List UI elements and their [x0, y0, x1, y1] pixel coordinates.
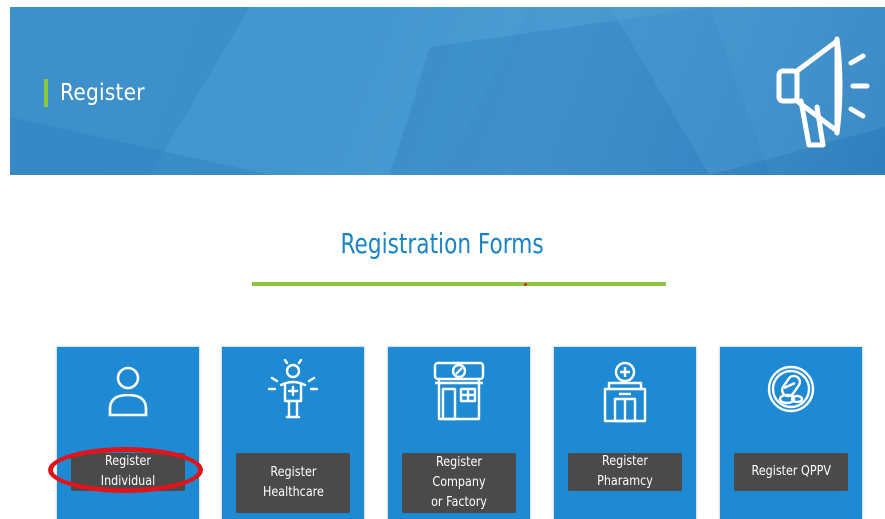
banner-heading: Register [44, 79, 156, 107]
card-register-company[interactable]: Register Company or Factory [388, 347, 530, 519]
pills-icon [767, 365, 815, 413]
register-healthcare-button[interactable]: Register Healthcare [236, 453, 350, 513]
register-pharmacy-button[interactable]: Register Pharamcy [568, 453, 682, 491]
card-register-individual[interactable]: Register Individual [57, 347, 199, 519]
section-underline [252, 282, 666, 286]
factory-icon [433, 361, 485, 421]
card-register-healthcare[interactable]: Register Healthcare [222, 347, 364, 519]
section-title: Registration Forms [340, 227, 545, 260]
card-register-pharmacy[interactable]: Register Pharamcy [554, 347, 696, 519]
banner-title: Register [60, 80, 145, 106]
underline-marker [524, 283, 527, 286]
person-icon [108, 366, 148, 417]
banner-accent-bar [44, 79, 48, 107]
register-qppv-button[interactable]: Register QPPV [734, 453, 848, 491]
pharmacy-icon [603, 361, 647, 423]
megaphone-icon [776, 36, 870, 148]
register-individual-button[interactable]: Register Individual [71, 453, 185, 491]
card-register-qppv[interactable]: Register QPPV [720, 347, 862, 519]
healthcare-worker-icon [267, 359, 319, 419]
page-banner: Register [10, 7, 885, 175]
register-company-button[interactable]: Register Company or Factory [402, 453, 516, 513]
